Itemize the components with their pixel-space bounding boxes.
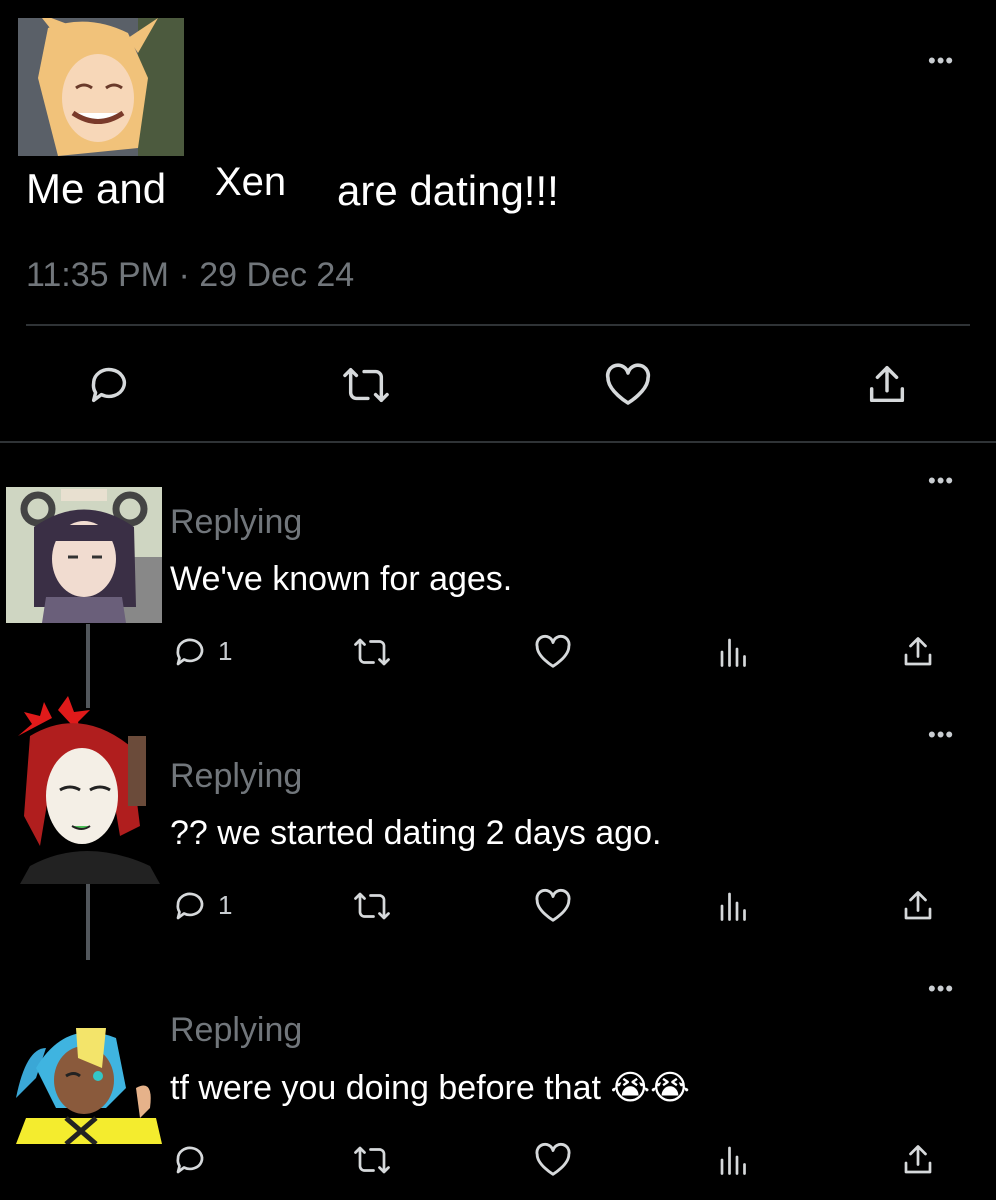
reply-count: 1 xyxy=(218,890,233,920)
replying-label[interactable]: Replying xyxy=(170,1011,302,1050)
reply-count: 1 xyxy=(218,636,233,666)
reply-text: ?? we started dating 2 days ago. xyxy=(170,814,662,852)
more-icon[interactable]: ••• xyxy=(928,470,954,492)
reply-icon[interactable] xyxy=(172,634,208,670)
thread-line xyxy=(86,884,90,960)
retweet-icon[interactable] xyxy=(352,888,392,924)
reply-icon[interactable] xyxy=(86,362,132,408)
avatar-reply-1[interactable] xyxy=(6,487,162,623)
avatar-reply-2[interactable] xyxy=(10,696,160,884)
like-icon[interactable] xyxy=(534,1142,572,1178)
retweet-icon[interactable] xyxy=(340,362,392,408)
share-icon[interactable] xyxy=(864,362,910,408)
divider xyxy=(26,324,970,326)
post-text-end: are dating!!! xyxy=(337,167,559,214)
views-icon[interactable] xyxy=(716,634,752,670)
replying-label[interactable]: Replying xyxy=(170,503,302,542)
avatar-main-poster[interactable] xyxy=(18,18,184,156)
share-icon[interactable] xyxy=(900,888,936,924)
views-icon[interactable] xyxy=(716,1142,752,1178)
post-text-start: Me and xyxy=(26,165,167,212)
post-text: Me and xyxy=(26,165,166,213)
retweet-icon[interactable] xyxy=(352,634,392,670)
more-icon[interactable]: ••• xyxy=(928,978,954,1000)
like-icon[interactable] xyxy=(534,888,572,924)
reply-text: We've known for ages. xyxy=(170,560,513,598)
crying-emoji: 😭😭 xyxy=(610,1069,690,1107)
replying-label[interactable]: Replying xyxy=(170,757,302,796)
reply-icon[interactable] xyxy=(172,1142,208,1178)
share-icon[interactable] xyxy=(900,634,936,670)
reply-text-row: tf were you doing before that 😭😭 xyxy=(170,1068,690,1108)
more-icon[interactable]: ••• xyxy=(928,724,954,746)
mention-xen[interactable]: Xen xyxy=(215,160,286,205)
avatar-reply-3[interactable] xyxy=(6,1008,162,1144)
views-icon[interactable] xyxy=(716,888,752,924)
post-separator xyxy=(0,441,996,443)
like-icon[interactable] xyxy=(604,362,652,408)
retweet-icon[interactable] xyxy=(352,1142,392,1178)
more-icon[interactable]: ••• xyxy=(928,50,954,72)
like-icon[interactable] xyxy=(534,634,572,670)
reply-text: tf were you doing before that xyxy=(170,1069,601,1107)
timestamp[interactable]: 11:35 PM · 29 Dec 24 xyxy=(26,256,354,295)
reply-icon[interactable] xyxy=(172,888,208,924)
share-icon[interactable] xyxy=(900,1142,936,1178)
